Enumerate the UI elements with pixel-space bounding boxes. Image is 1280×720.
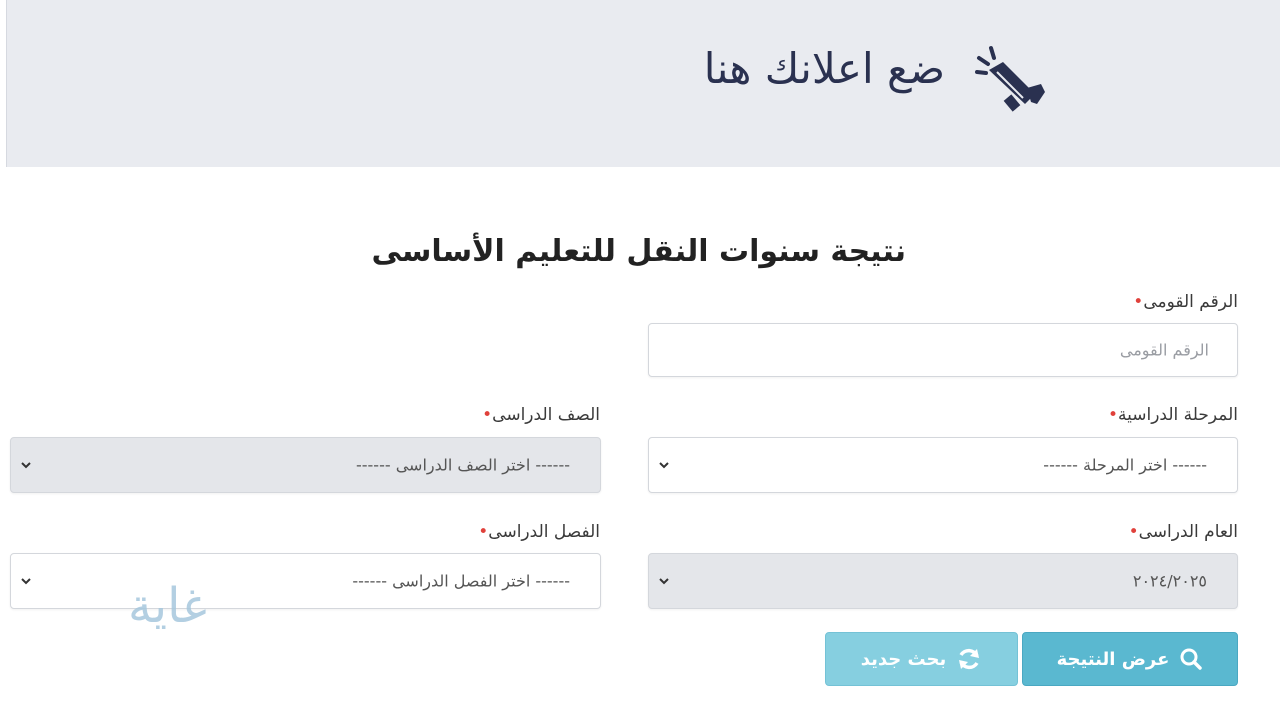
grade-label: الصف الدراسى• xyxy=(476,405,600,425)
term-selected: ------ اختر الفصل الدراسى ------ xyxy=(352,571,570,591)
grade-selected: ------ اختر الصف الدراسى ------ xyxy=(355,455,570,475)
show-result-label: عرض النتيجة xyxy=(1056,648,1170,670)
required-marker: • xyxy=(1107,405,1118,425)
watermark-logo: غاية xyxy=(128,578,207,634)
academic-year-select[interactable]: ٢٠٢٤/٢٠٢٥ xyxy=(648,553,1238,609)
academic-year-label: العام الدراسى• xyxy=(1123,522,1238,542)
refresh-icon xyxy=(959,648,980,670)
ad-banner[interactable]: ضع اعلانك هنا xyxy=(6,0,1280,167)
ad-text: ضع اعلانك هنا xyxy=(703,44,945,93)
required-marker: • xyxy=(1133,292,1144,312)
national-id-label: الرقم القومى• xyxy=(1127,292,1238,312)
megaphone-icon xyxy=(975,46,1045,112)
form-title: نتيجة سنوات النقل للتعليم الأساسى xyxy=(371,234,906,269)
chevron-down-icon xyxy=(21,462,31,469)
stage-select[interactable]: ------ اختر المرحلة ------ xyxy=(648,437,1238,493)
stage-label: المرحلة الدراسية• xyxy=(1102,405,1238,425)
term-label-text: الفصل الدراسى xyxy=(488,522,600,542)
term-label: الفصل الدراسى• xyxy=(472,522,600,542)
academic-year-label-text: العام الدراسى xyxy=(1138,522,1238,542)
required-marker: • xyxy=(478,522,489,542)
search-icon xyxy=(1180,648,1203,670)
new-search-button[interactable]: بحث جديد xyxy=(825,632,1018,686)
show-result-button[interactable]: عرض النتيجة xyxy=(1022,632,1238,686)
required-marker: • xyxy=(482,405,493,425)
national-id-label-text: الرقم القومى xyxy=(1143,292,1238,312)
national-id-placeholder: الرقم القومى xyxy=(1119,340,1209,360)
chevron-down-icon xyxy=(659,578,669,585)
national-id-input[interactable]: الرقم القومى xyxy=(648,323,1238,377)
grade-select[interactable]: ------ اختر الصف الدراسى ------ xyxy=(10,437,601,493)
stage-selected: ------ اختر المرحلة ------ xyxy=(1043,455,1207,475)
academic-year-selected: ٢٠٢٤/٢٠٢٥ xyxy=(1132,571,1207,591)
chevron-down-icon xyxy=(659,462,669,469)
new-search-label: بحث جديد xyxy=(860,648,947,670)
term-select[interactable]: ------ اختر الفصل الدراسى ------ xyxy=(10,553,601,609)
chevron-down-icon xyxy=(21,578,31,585)
page: ضع اعلانك هنا نتيجة سنوات النقل للتعليم … xyxy=(0,0,1280,720)
grade-label-text: الصف الدراسى xyxy=(492,405,600,425)
required-marker: • xyxy=(1128,522,1139,542)
stage-label-text: المرحلة الدراسية xyxy=(1117,405,1238,425)
